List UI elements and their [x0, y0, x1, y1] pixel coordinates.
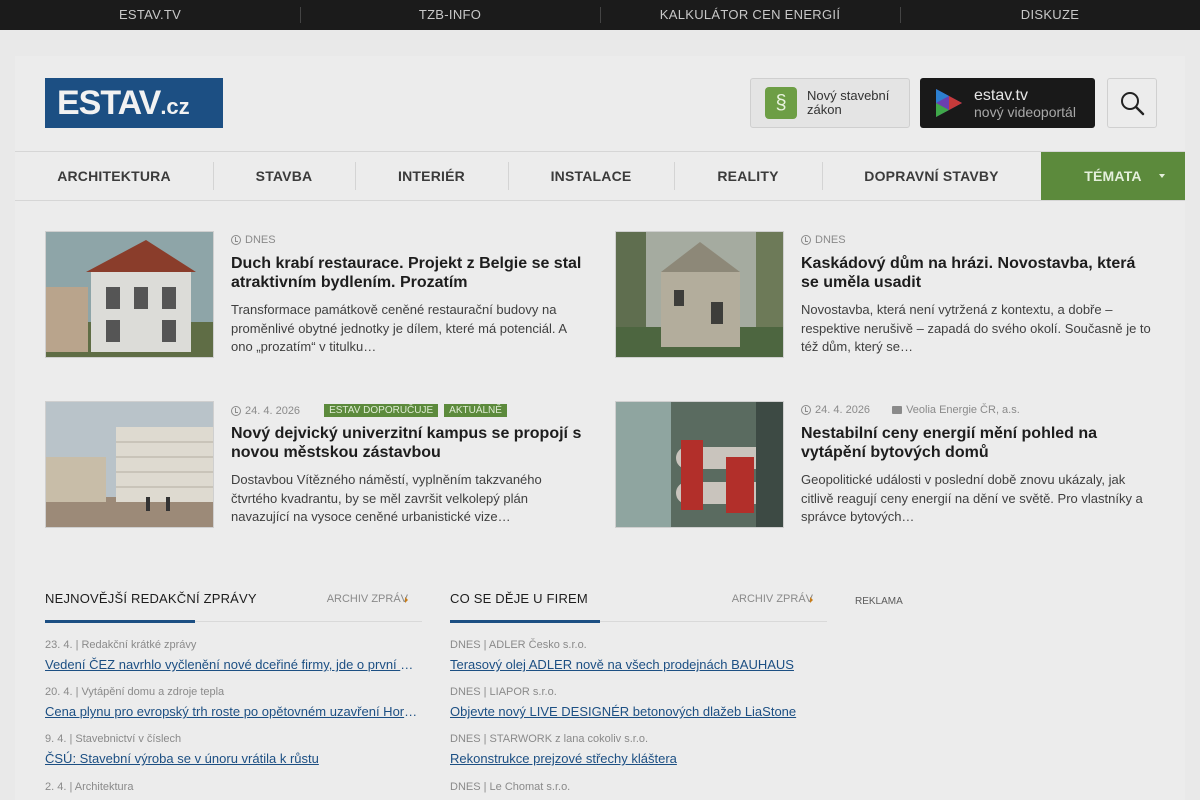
nav-item-temata[interactable]: TÉMATA [1041, 152, 1185, 200]
article-card[interactable]: 24. 4. 2026 ESTAV DOPORUČUJE AKTUÁLNĚ No… [45, 401, 585, 529]
article-title[interactable]: Nový dejvický univerzitní kampus se prop… [231, 424, 586, 462]
list-item[interactable]: 23. 4. | Redakční krátké zprávy Vedení Č… [45, 639, 415, 673]
article-date: DNES [245, 234, 276, 246]
firms-news-header: CO SE DĚJE U FIREM ARCHIV ZPRÁV [450, 588, 827, 623]
news-meta: DNES | ADLER Česko s.r.o. [450, 639, 587, 651]
arrow-right-icon [810, 597, 813, 603]
article-excerpt: Dostavbou Vítězného náměstí, vyplněním t… [231, 472, 542, 524]
play-icon [936, 89, 962, 117]
tab-underline [45, 620, 195, 623]
topbar-link-estav-tv[interactable]: ESTAV.TV [0, 0, 300, 30]
list-item[interactable]: DNES | ADLER Česko s.r.o. Terasový olej … [450, 639, 823, 673]
article-date: 24. 4. 2026 [245, 404, 301, 417]
article-card[interactable]: DNES Kaskádový dům na hrázi. Novostavba,… [615, 231, 1155, 359]
news-link[interactable]: Rekonstrukce prejzové střechy kláštera [450, 751, 823, 767]
badge-recommended[interactable]: ESTAV DOPORUČUJE [324, 404, 439, 417]
list-item[interactable]: 9. 4. | Stavebnictví v číslech ČSÚ: Stav… [45, 733, 418, 767]
editorial-news-heading: NEJNOVĚJŠÍ REDAKČNÍ ZPRÁVY [45, 591, 257, 606]
search-button[interactable] [1107, 78, 1157, 128]
clock-icon [231, 235, 241, 245]
news-link[interactable]: ČSÚ: Stavební výroba se v únoru vrátila … [45, 751, 418, 767]
nav-item-instalace[interactable]: INSTALACE [508, 152, 674, 200]
article-image[interactable] [615, 401, 784, 528]
ad-label: REKLAMA [855, 596, 903, 607]
paragraph-icon: § [765, 87, 797, 119]
main-nav: ARCHITEKTURA STAVBA INTERIÉR INSTALACE R… [15, 151, 1185, 201]
estav-tv-title: estav.tv [974, 86, 1028, 104]
news-meta: DNES | LIAPOR s.r.o. [450, 686, 557, 698]
tab-underline [450, 620, 600, 623]
search-icon [1121, 92, 1145, 116]
list-item[interactable]: DNES | STARWORK z lana cokoliv s.r.o. Re… [450, 733, 823, 767]
editorial-archive-link[interactable]: ARCHIV ZPRÁV [327, 593, 408, 605]
article-title[interactable]: Nestabilní ceny energií mění pohled na v… [801, 424, 1156, 462]
article-excerpt: Transformace památkově ceněné restauračn… [231, 302, 567, 354]
briefcase-icon [892, 406, 903, 414]
news-meta: 2. 4. | Architektura [45, 781, 134, 793]
editorial-news-header: NEJNOVĚJŠÍ REDAKČNÍ ZPRÁVY ARCHIV ZPRÁV [45, 588, 422, 623]
new-building-law-label: Nový stavební zákon [807, 88, 890, 117]
news-meta: 9. 4. | Stavebnictví v číslech [45, 733, 182, 745]
firms-news-heading: CO SE DĚJE U FIREM [450, 591, 588, 606]
nav-item-architektura[interactable]: ARCHITEKTURA [15, 152, 213, 200]
article-excerpt: Geopolitické události v poslední době zn… [801, 472, 1143, 524]
article-card[interactable]: DNES Duch krabí restaurace. Projekt z Be… [45, 231, 585, 359]
page-container: ESTAV .cz § Nový stavební zákon estav.tv … [15, 56, 1185, 800]
list-item[interactable]: 20. 4. | Vytápění domu a zdroje tepla Ce… [45, 686, 418, 720]
news-meta: 20. 4. | Vytápění domu a zdroje tepla [45, 686, 225, 698]
clock-icon [231, 405, 241, 416]
nav-item-dopravni-stavby[interactable]: DOPRAVNÍ STAVBY [822, 152, 1041, 200]
nav-item-temata-label: TÉMATA [1084, 168, 1142, 184]
article-image[interactable] [45, 401, 214, 528]
topbar-link-tzb-info[interactable]: TZB-INFO [300, 0, 600, 30]
news-link[interactable]: Vedení ČEZ navrhlo vyčlenění nové dceřin… [45, 657, 415, 673]
article-date: DNES [815, 234, 846, 246]
logo-main: ESTAV [57, 83, 161, 122]
top-bar: ESTAV.TV TZB-INFO KALKULÁTOR CEN ENERGIÍ… [0, 0, 1200, 30]
nav-item-reality[interactable]: REALITY [674, 152, 822, 200]
topbar-link-diskuze[interactable]: DISKUZE [900, 0, 1200, 30]
site-logo[interactable]: ESTAV .cz [45, 78, 223, 128]
chevron-down-icon [1159, 174, 1165, 178]
article-card[interactable]: 24. 4. 2026 Veolia Energie ČR, a.s. Nest… [615, 401, 1155, 529]
article-excerpt: Novostavba, která není vytržená z kontex… [801, 302, 1151, 354]
clock-icon [801, 405, 811, 415]
article-image[interactable] [45, 231, 214, 358]
nav-item-interier[interactable]: INTERIÉR [355, 152, 508, 200]
news-meta: 23. 4. | Redakční krátké zprávy [45, 639, 197, 651]
news-link[interactable]: Cena plynu pro evropský trh roste po opě… [45, 704, 418, 720]
article-company[interactable]: Veolia Energie ČR, a.s. [906, 404, 1020, 416]
list-item[interactable]: DNES | LIAPOR s.r.o. Objevte nový LIVE D… [450, 686, 823, 720]
list-item[interactable]: DNES | Le Chomat s.r.o. [450, 781, 823, 799]
topbar-link-kalkulator[interactable]: KALKULÁTOR CEN ENERGIÍ [600, 0, 900, 30]
news-meta: DNES | Le Chomat s.r.o. [450, 781, 571, 793]
estav-tv-subtitle: nový videoportál [974, 103, 1076, 120]
news-link[interactable]: Terasový olej ADLER nově na všech prodej… [450, 657, 823, 673]
news-link[interactable]: Objevte nový LIVE DESIGNÉR betonových dl… [450, 704, 823, 720]
logo-suffix: .cz [160, 93, 190, 119]
nav-item-stavba[interactable]: STAVBA [213, 152, 355, 200]
article-title[interactable]: Kaskádový dům na hrázi. Novostavba, kter… [801, 254, 1156, 292]
badge-current[interactable]: AKTUÁLNĚ [444, 404, 507, 417]
article-date: 24. 4. 2026 [815, 404, 871, 416]
firms-archive-link[interactable]: ARCHIV ZPRÁV [732, 593, 813, 605]
new-building-law-button[interactable]: § Nový stavební zákon [750, 78, 910, 128]
clock-icon [801, 235, 811, 245]
list-item[interactable]: 2. 4. | Architektura [45, 781, 418, 799]
arrow-right-icon [405, 597, 408, 603]
news-meta: DNES | STARWORK z lana cokoliv s.r.o. [450, 733, 649, 745]
article-image[interactable] [615, 231, 784, 358]
estav-tv-button[interactable]: estav.tv nový videoportál [920, 78, 1095, 128]
article-title[interactable]: Duch krabí restaurace. Projekt z Belgie … [231, 254, 586, 292]
